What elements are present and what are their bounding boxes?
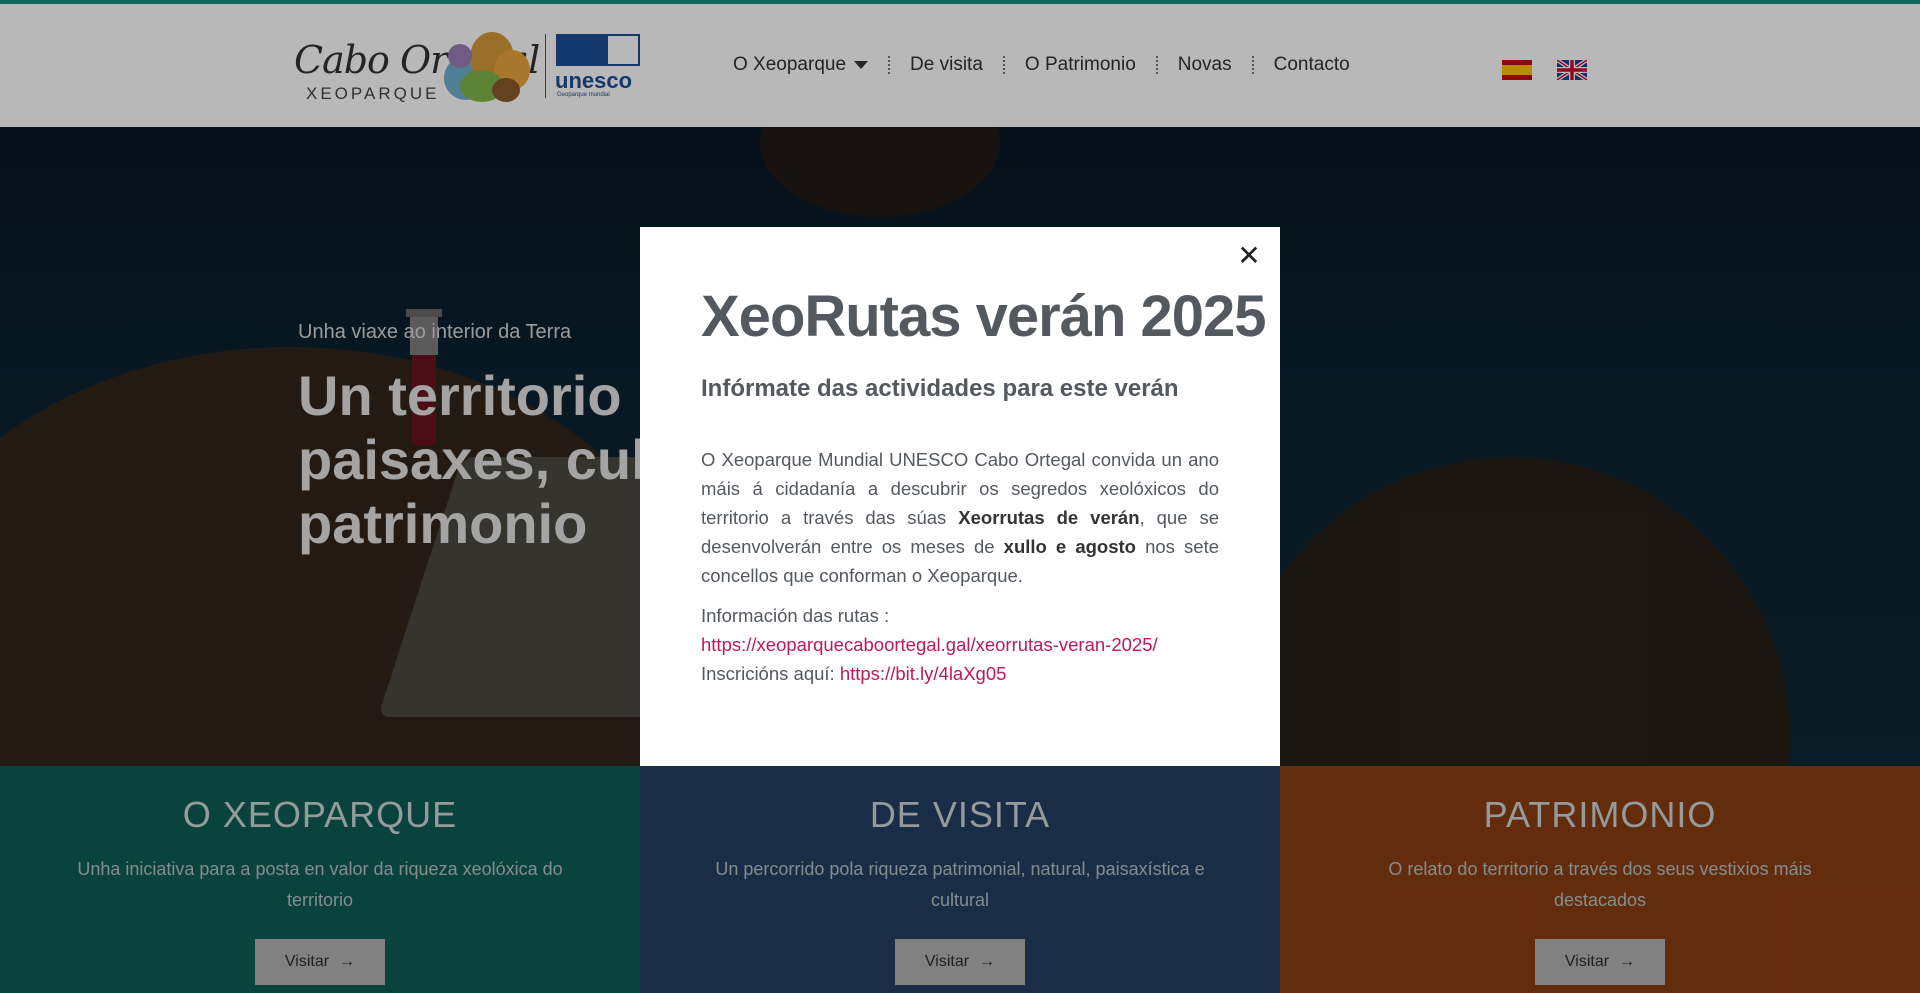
close-icon[interactable]: ✕ bbox=[1234, 241, 1264, 271]
modal-subtitle: Infórmate das actividades para este verá… bbox=[701, 375, 1179, 402]
modal-emphasis: xullo e agosto bbox=[1003, 536, 1136, 557]
signup-label: Inscricións aquí: bbox=[701, 663, 840, 684]
modal-title: XeoRutas verán 2025 bbox=[701, 284, 1267, 349]
modal-links: Información das rutas : https://xeoparqu… bbox=[701, 601, 1219, 688]
announcement-modal: ✕ XeoRutas verán 2025 Infórmate das acti… bbox=[640, 227, 1280, 766]
modal-description: O Xeoparque Mundial UNESCO Cabo Ortegal … bbox=[701, 445, 1219, 590]
info-label: Información das rutas : bbox=[701, 605, 890, 626]
signup-link[interactable]: https://bit.ly/4laXg05 bbox=[840, 663, 1007, 684]
modal-emphasis: Xeorrutas de verán bbox=[958, 507, 1140, 528]
routes-link[interactable]: https://xeoparquecaboortegal.gal/xeorrut… bbox=[701, 634, 1158, 655]
